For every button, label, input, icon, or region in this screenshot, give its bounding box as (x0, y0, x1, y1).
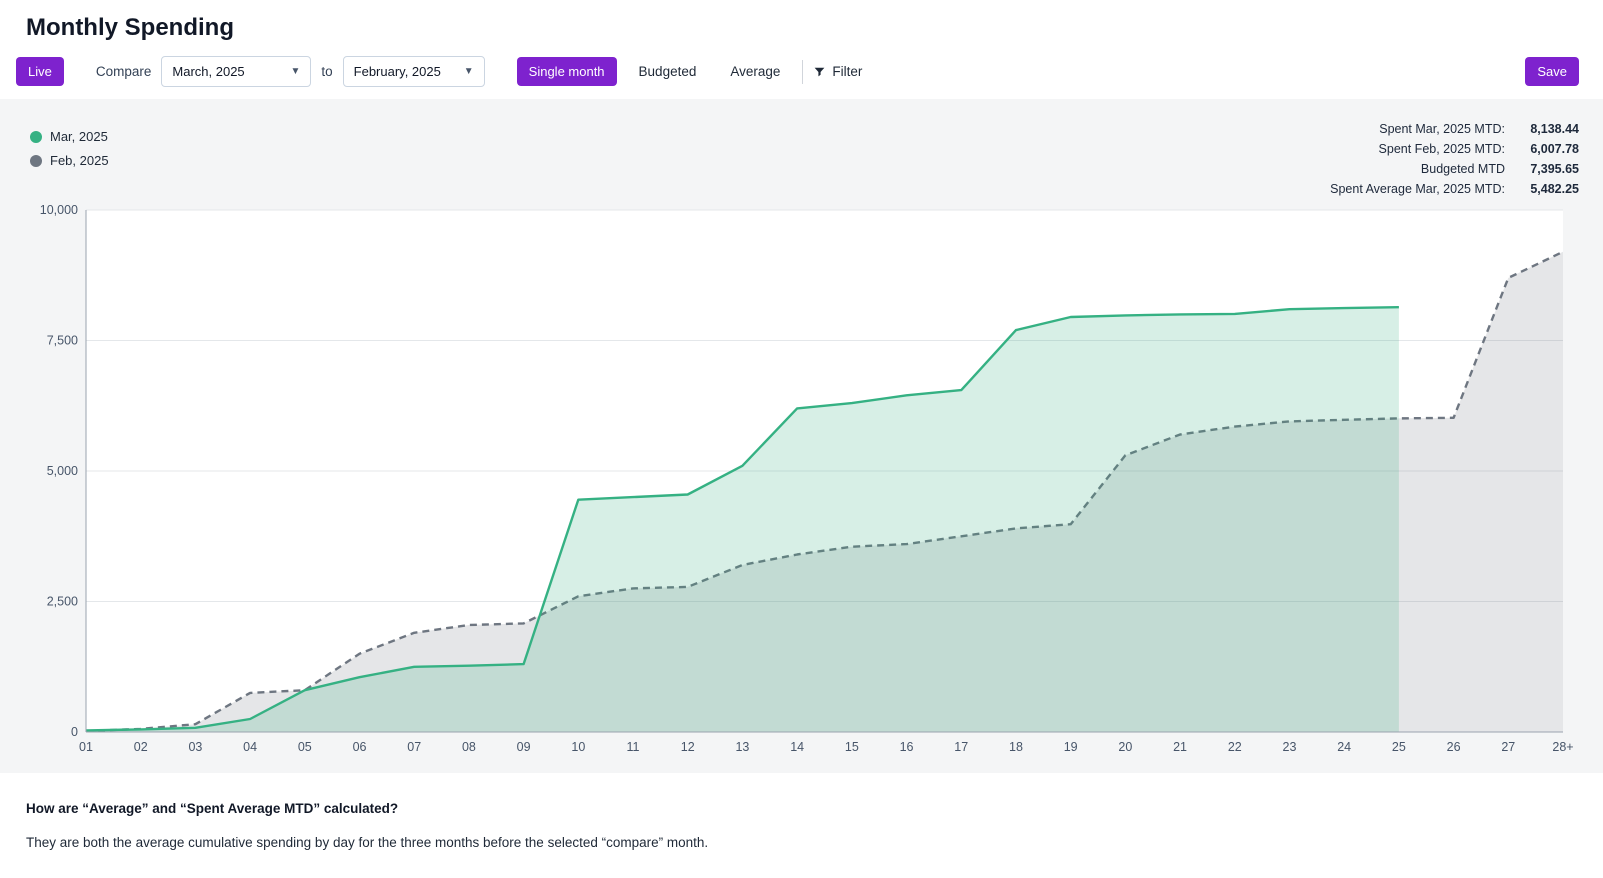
budgeted-button[interactable]: Budgeted (627, 57, 709, 87)
stat-label: Spent Feb, 2025 MTD: (1379, 141, 1505, 158)
live-button[interactable]: Live (16, 57, 64, 86)
page-title: Monthly Spending (26, 14, 1577, 42)
svg-text:07: 07 (407, 740, 421, 754)
filter-button[interactable]: Filter (813, 64, 862, 79)
svg-text:16: 16 (900, 740, 914, 754)
legend-item-mar[interactable]: Mar, 2025 (30, 129, 109, 144)
toolbar: Live Compare March, 2025 ▼ to February, … (0, 42, 1603, 99)
chart-panel: Mar, 2025 Feb, 2025 Spent Mar, 2025 MTD:… (0, 99, 1603, 773)
stat-row-budgeted: Budgeted MTD 7,395.65 (1330, 161, 1579, 178)
svg-text:27: 27 (1501, 740, 1515, 754)
svg-text:03: 03 (188, 740, 202, 754)
svg-text:28+: 28+ (1552, 740, 1573, 754)
filter-button-label: Filter (832, 64, 862, 79)
footnote: How are “Average” and “Spent Average MTD… (0, 773, 1603, 850)
stats-block: Spent Mar, 2025 MTD: 8,138.44 Spent Feb,… (1330, 111, 1579, 198)
svg-text:23: 23 (1283, 740, 1297, 754)
svg-text:01: 01 (79, 740, 93, 754)
legend-label-mar: Mar, 2025 (50, 129, 108, 144)
svg-text:15: 15 (845, 740, 859, 754)
svg-text:20: 20 (1118, 740, 1132, 754)
legend-dot-mar-icon (30, 131, 42, 143)
svg-text:0: 0 (71, 725, 78, 739)
stat-label: Spent Mar, 2025 MTD: (1379, 121, 1505, 138)
single-month-button[interactable]: Single month (517, 57, 617, 86)
spending-area-chart: 0 2,500 5,000 7,500 10,000 01 02 03 04 05 06 07 08 09… (24, 200, 1579, 762)
stat-label: Spent Average Mar, 2025 MTD: (1330, 181, 1505, 198)
svg-text:04: 04 (243, 740, 257, 754)
svg-text:05: 05 (298, 740, 312, 754)
to-label: to (321, 64, 332, 79)
svg-text:08: 08 (462, 740, 476, 754)
svg-text:22: 22 (1228, 740, 1242, 754)
stat-label: Budgeted MTD (1421, 161, 1505, 178)
page-header: Monthly Spending (0, 0, 1603, 42)
svg-text:11: 11 (627, 740, 640, 754)
svg-text:06: 06 (353, 740, 367, 754)
svg-text:13: 13 (735, 740, 749, 754)
stat-value: 5,482.25 (1517, 181, 1579, 198)
svg-text:12: 12 (681, 740, 695, 754)
legend-item-feb[interactable]: Feb, 2025 (30, 153, 109, 168)
footnote-answer: They are both the average cumulative spe… (26, 835, 1577, 850)
filter-funnel-icon (813, 65, 826, 78)
svg-text:02: 02 (134, 740, 148, 754)
svg-text:5,000: 5,000 (47, 464, 78, 478)
compare-to-value: February, 2025 (354, 64, 441, 79)
chevron-down-icon: ▼ (464, 66, 474, 77)
chevron-down-icon: ▼ (290, 66, 300, 77)
footnote-question: How are “Average” and “Spent Average MTD… (26, 801, 1577, 816)
compare-label: Compare (96, 64, 152, 79)
chart-legend: Mar, 2025 Feb, 2025 (24, 111, 109, 178)
svg-text:2,500: 2,500 (47, 595, 78, 609)
compare-from-select[interactable]: March, 2025 ▼ (161, 56, 311, 87)
svg-text:24: 24 (1337, 740, 1351, 754)
stat-value: 6,007.78 (1517, 141, 1579, 158)
save-button[interactable]: Save (1525, 57, 1579, 86)
svg-text:09: 09 (517, 740, 531, 754)
stat-value: 7,395.65 (1517, 161, 1579, 178)
svg-text:14: 14 (790, 740, 804, 754)
stat-value: 8,138.44 (1517, 121, 1579, 138)
svg-text:10: 10 (571, 740, 585, 754)
chart-wrap: 0 2,500 5,000 7,500 10,000 01 02 03 04 05 06 07 08 09… (24, 200, 1579, 767)
legend-label-feb: Feb, 2025 (50, 153, 109, 168)
svg-text:21: 21 (1173, 740, 1187, 754)
legend-dot-feb-icon (30, 155, 42, 167)
svg-text:19: 19 (1064, 740, 1078, 754)
svg-text:18: 18 (1009, 740, 1023, 754)
toolbar-divider (802, 60, 803, 84)
svg-text:10,000: 10,000 (40, 203, 78, 217)
panel-header: Mar, 2025 Feb, 2025 Spent Mar, 2025 MTD:… (24, 111, 1579, 198)
compare-from-value: March, 2025 (172, 64, 244, 79)
stat-row-spent-average: Spent Average Mar, 2025 MTD: 5,482.25 (1330, 181, 1579, 198)
stat-row-spent-mar: Spent Mar, 2025 MTD: 8,138.44 (1330, 121, 1579, 138)
svg-text:17: 17 (954, 740, 968, 754)
average-button[interactable]: Average (718, 57, 792, 87)
svg-text:7,500: 7,500 (47, 334, 78, 348)
compare-to-select[interactable]: February, 2025 ▼ (343, 56, 485, 87)
stat-row-spent-feb: Spent Feb, 2025 MTD: 6,007.78 (1330, 141, 1579, 158)
svg-text:26: 26 (1447, 740, 1461, 754)
svg-text:25: 25 (1392, 740, 1406, 754)
